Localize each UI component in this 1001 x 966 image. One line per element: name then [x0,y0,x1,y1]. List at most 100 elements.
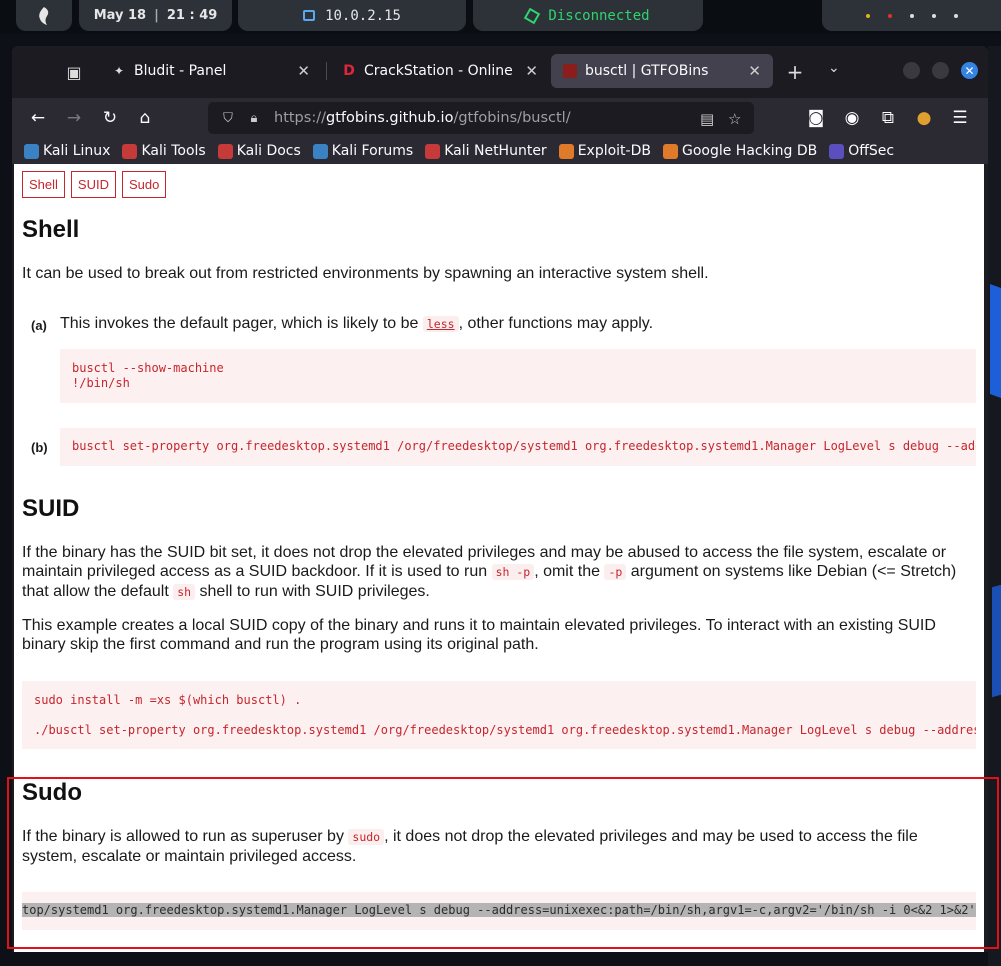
shell-code-a[interactable]: busctl --show-machine !/bin/sh [60,349,976,403]
tab-label: Bludit - Panel [134,63,227,79]
sudo-code-block[interactable]: top/systemd1 org.freedesktop.systemd1.Ma… [22,892,976,930]
tab-list-chevron-icon[interactable]: ⌄ [828,60,840,76]
tag-shell[interactable]: Shell [22,171,65,198]
lock-icon[interactable]: 🔒︎ [246,110,262,126]
code-line: sudo install -m =xs $(which busctl) . [34,693,302,707]
bookmark-kali-linux[interactable]: Kali Linux [24,143,110,159]
close-window-button[interactable]: ✕ [961,62,978,79]
text-segment: This invokes the default pager, which is… [60,315,423,332]
url-path: /gtfobins/busctl/ [453,110,571,126]
tab-bludit[interactable]: ✦ Bludit - Panel ✕ [100,54,322,88]
bookmark-label: Google Hacking DB [681,143,818,159]
ip-address: 10.0.2.15 [325,7,401,24]
text-segment: , omit the [534,563,605,580]
bookmark-label: Exploit-DB [577,143,651,159]
tab-crackstation[interactable]: D CrackStation - Online Pas ✕ [330,54,550,88]
bookmark-kali-docs[interactable]: Kali Docs [217,143,301,159]
clock-separator: | [154,8,159,23]
date-label: May 18 [93,8,147,23]
ip-indicator[interactable]: 10.0.2.15 [238,0,466,31]
less-link[interactable]: less [422,316,459,332]
bludit-favicon-icon: ✦ [113,64,125,78]
bookmark-offsec[interactable]: OffSec [829,143,894,159]
kali-docs-icon [217,143,233,159]
bookmark-label: Kali Linux [43,143,111,159]
vpn-indicator[interactable]: Disconnected [473,0,703,31]
suid-code-block[interactable]: sudo install -m =xs $(which busctl) . ./b… [22,681,976,749]
url-text[interactable]: https://gtfobins.github.io/gtfobins/busc… [274,110,571,126]
suid-description: If the binary has the SUID bit set, it d… [22,543,977,602]
tracking-shield-icon[interactable]: ⛉ [220,110,236,126]
offsec-icon [829,143,845,159]
item-b-label: (b) [31,440,48,455]
bookmark-label: Kali Docs [236,143,301,159]
text-segment: If the binary is allowed to run as super… [22,828,349,845]
bookmark-label: Kali Forums [331,143,414,159]
tab-label: CrackStation - Online Pas [364,63,517,79]
bookmark-exploit-db[interactable]: Exploit-DB [558,143,651,159]
selected-code-text[interactable]: top/systemd1 org.freedesktop.systemd1.Ma… [22,903,976,917]
desktop-wallpaper-edge [988,46,1001,966]
wallpaper-shape-2 [992,584,1001,698]
bookmark-kali-nethunter[interactable]: Kali NetHunter [425,143,547,159]
account-icon[interactable]: ◉ [840,106,864,130]
item-a-label: (a) [31,318,47,333]
inline-code: sh -p [491,564,535,580]
extensions-icon[interactable]: ⧉ [876,106,900,130]
close-tab-icon[interactable]: ✕ [297,62,310,80]
addon-icon[interactable]: ● [912,106,936,130]
firefox-view-icon[interactable]: ▣ [62,60,86,84]
tray-dot-white [909,13,914,18]
home-icon[interactable]: ⌂ [133,106,157,130]
bookmark-label: OffSec [848,143,895,159]
crackstation-favicon-icon: D [343,63,355,79]
kali-nethunter-icon [425,143,441,159]
desktop-top-bar: May 18 | 21 : 49 10.0.2.15 Disconnected [0,0,1001,34]
close-tab-icon[interactable]: ✕ [525,62,538,80]
gtfobins-favicon-icon [563,64,577,78]
new-tab-icon[interactable]: + [784,60,806,84]
minimize-button[interactable] [903,62,920,79]
bookmark-google-hacking-db[interactable]: Google Hacking DB [662,143,818,159]
network-icon [303,10,316,21]
system-tray[interactable] [822,0,1001,31]
clock[interactable]: May 18 | 21 : 49 [79,0,232,31]
bookmark-star-icon[interactable]: ☆ [728,110,741,128]
sudo-description: If the binary is allowed to run as super… [22,827,952,866]
tab-bar: ▣ ✦ Bludit - Panel ✕ D CrackStation - On… [12,46,988,98]
reload-icon[interactable]: ↻ [98,106,122,130]
shell-code-b[interactable]: busctl set-property org.freedesktop.syst… [60,428,976,466]
app-menu-button[interactable] [16,0,72,31]
close-tab-icon[interactable]: ✕ [748,62,761,80]
sudo-heading: Sudo [22,779,82,806]
shell-heading: Shell [22,216,80,243]
forward-icon[interactable]: → [62,106,86,130]
back-icon[interactable]: ← [26,106,50,130]
tag-suid[interactable]: SUID [70,171,116,198]
inline-code: sudo [348,829,385,845]
address-bar[interactable]: ⛉ 🔒︎ https://gtfobins.github.io/gtfobins… [208,102,754,134]
vpn-status: Disconnected [548,7,650,24]
tray-dot-white-3 [953,13,958,18]
tray-dot-white-2 [931,13,936,18]
bookmark-kali-tools[interactable]: Kali Tools [122,143,206,159]
shell-description: It can be used to break out from restric… [22,265,709,282]
bookmark-kali-forums[interactable]: Kali Forums [312,143,414,159]
pocket-icon[interactable]: ◙ [804,106,828,130]
tag-sudo[interactable]: Sudo [121,171,167,198]
suid-heading: SUID [22,495,80,522]
navigation-bar: ← → ↻ ⌂ ⛉ 🔒︎ https://gtfobins.github.io/… [12,98,988,138]
wallpaper-shape [990,283,1001,399]
inline-code: -p [604,564,627,580]
tab-label: busctl | GTFOBins [585,63,709,79]
maximize-button[interactable] [932,62,949,79]
exploit-db-icon [558,143,574,159]
tab-gtfobins[interactable]: busctl | GTFOBins ✕ [551,54,773,88]
hamburger-menu-icon[interactable]: ☰ [948,106,972,130]
kali-linux-icon [24,143,39,159]
reader-view-icon[interactable]: ▤ [700,110,714,128]
vpn-shield-icon [524,7,541,24]
suid-example-description: This example creates a local SUID copy o… [22,617,936,653]
browser-window: ▣ ✦ Bludit - Panel ✕ D CrackStation - On… [12,46,988,952]
url-prefix: https:// [274,110,326,126]
